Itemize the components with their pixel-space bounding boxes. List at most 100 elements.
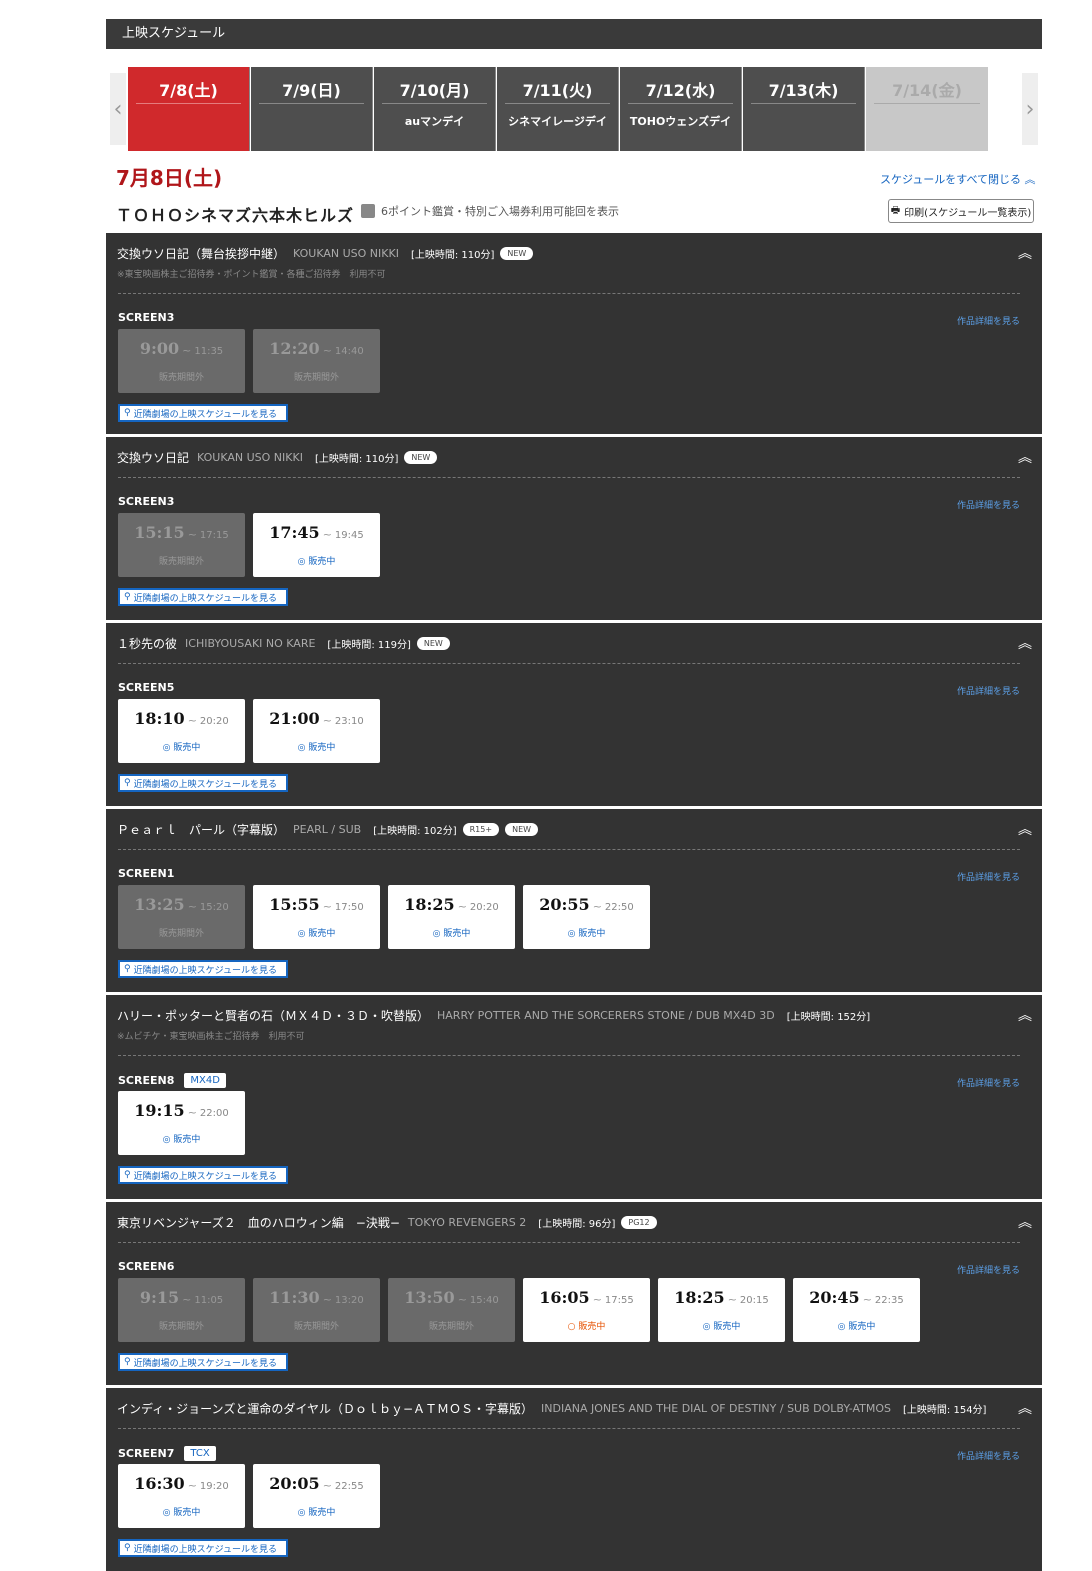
showtime-card[interactable]: 16:05 ~17:55 ○ 販売中 (523, 1278, 650, 1342)
screen-row: SCREEN8 MX4D (118, 1073, 226, 1088)
showtime-card[interactable]: 18:10 ~20:20 ◎ 販売中 (118, 699, 245, 763)
showtime-status-label: 販売期間外 (293, 1322, 339, 1332)
legend-label: 6ポイント鑑賞・特別ご入場券利用可能回を表示 (381, 205, 619, 218)
movie-detail-link[interactable]: 作品詳細を見る (957, 498, 1020, 511)
movie-detail-link[interactable]: 作品詳細を見る (957, 870, 1020, 883)
showtime-card[interactable]: 18:25 ~20:20 ◎ 販売中 (388, 885, 515, 949)
time-separator: ~ (592, 1293, 602, 1306)
showtime-card[interactable]: 19:15 ~22:00 ◎ 販売中 (118, 1091, 245, 1155)
showtime-time: 20:05 ~22:55 (253, 1474, 380, 1493)
movie-detail-link[interactable]: 作品詳細を見る (957, 1263, 1020, 1276)
date-tab-date: 7/13(木) (768, 81, 839, 100)
collapse-all-link[interactable]: スケジュールをすべて閉じる ︽ (880, 171, 1036, 187)
showtime-card[interactable]: 20:55 ~22:50 ◎ 販売中 (523, 885, 650, 949)
search-icon: ⚲ (124, 964, 131, 974)
showtime-start: 13:50 (404, 1288, 455, 1307)
date-tab[interactable]: 7/11(火) シネマイレージデイ (497, 67, 619, 151)
showtime-end: 19:45 (334, 530, 364, 541)
collapse-icon[interactable]: ︽ (1018, 447, 1032, 467)
date-tab-date: 7/11(火) (522, 81, 593, 100)
movie-block: インディ・ジョーンズと運命のダイヤル（Ｄｏｌｂｙ−ＡＴＭＯＳ・字幕版） INDIA… (106, 1388, 1042, 1571)
movie-duration: [上映時間: 110分] (314, 454, 399, 465)
screen-row: SCREEN1 (118, 867, 174, 880)
movie-title-row: １秒先の彼 ICHIBYOUSAKI NO KARE [上映時間: 119分] NEW (117, 635, 450, 652)
date-tab[interactable]: 7/8(土) (128, 67, 250, 151)
showtime-status: ○ 販売中 (523, 1319, 650, 1332)
showtime-start: 19:15 (134, 1101, 185, 1120)
screen-name: SCREEN5 (118, 681, 175, 694)
collapse-icon[interactable]: ︽ (1018, 243, 1032, 263)
section-divider (118, 849, 1020, 850)
showtime-status-label: 販売中 (578, 929, 606, 939)
next-week-icon[interactable]: › (1022, 73, 1038, 145)
nearby-schedule-link[interactable]: ⚲ 近隣劇場の上映スケジュールを見る (118, 1166, 288, 1184)
showtime-start: 9:15 (139, 1288, 180, 1307)
showtime-card[interactable]: 17:45 ~19:45 ◎ 販売中 (253, 513, 380, 577)
showtime-status: ◎ 販売中 (118, 1132, 245, 1145)
movie-detail-link[interactable]: 作品詳細を見る (957, 1449, 1020, 1462)
showtime-start: 20:45 (809, 1288, 860, 1307)
showtime-end: 15:20 (199, 902, 229, 913)
showtime-status: 販売期間外 (118, 554, 245, 567)
movie-block: １秒先の彼 ICHIBYOUSAKI NO KARE [上映時間: 119分] NEW… (106, 623, 1042, 806)
date-tab[interactable]: 7/13(木) (743, 67, 865, 151)
nearby-schedule-link[interactable]: ⚲ 近隣劇場の上映スケジュールを見る (118, 774, 288, 792)
search-icon: ⚲ (124, 1543, 131, 1553)
showtime-start: 16:05 (539, 1288, 590, 1307)
showtime-card: 9:00 ~11:35 販売期間外 (118, 329, 245, 393)
nearby-schedule-link[interactable]: ⚲ 近隣劇場の上映スケジュールを見る (118, 1539, 288, 1557)
movie-title-row: ハリー・ポッターと賢者の石（ＭＸ４Ｄ・３Ｄ・吹替版） HARRY POTTER A… (117, 1007, 870, 1024)
screen-row: SCREEN6 (118, 1260, 174, 1273)
collapse-icon[interactable]: ︽ (1018, 1398, 1032, 1418)
movie-detail-link[interactable]: 作品詳細を見る (957, 314, 1020, 327)
showtime-status-label: 販売中 (713, 1322, 741, 1332)
showtime-start: 21:00 (269, 709, 320, 728)
collapse-icon[interactable]: ︽ (1018, 819, 1032, 839)
date-tab[interactable]: 7/12(水) TOHOウェンズデイ (620, 67, 742, 151)
prev-week-icon[interactable]: ‹ (110, 73, 126, 145)
print-button[interactable]: 🖶 印刷(スケジュール一覧表示) (888, 199, 1034, 223)
showtime-card[interactable]: 20:05 ~22:55 ◎ 販売中 (253, 1464, 380, 1528)
showtime-list: 18:10 ~20:20 ◎ 販売中 21:00 ~23:10 ◎ 販売中 (118, 699, 388, 763)
available-icon: ◎ (297, 557, 306, 567)
nearby-schedule-link[interactable]: ⚲ 近隣劇場の上映スケジュールを見る (118, 404, 288, 422)
showtime-status-label: 販売期間外 (293, 373, 339, 383)
showtime-status: 販売期間外 (253, 370, 380, 383)
movie-detail-link[interactable]: 作品詳細を見る (957, 1076, 1020, 1089)
movie-title-en: ICHIBYOUSAKI NO KARE (185, 637, 316, 650)
date-tab[interactable]: 7/9(日) (251, 67, 373, 151)
showtime-status: ◎ 販売中 (118, 740, 245, 753)
collapse-icon[interactable]: ︽ (1018, 633, 1032, 653)
nearby-schedule-link[interactable]: ⚲ 近隣劇場の上映スケジュールを見る (118, 588, 288, 606)
showtime-card[interactable]: 21:00 ~23:10 ◎ 販売中 (253, 699, 380, 763)
showtime-time: 19:15 ~22:00 (118, 1101, 245, 1120)
showtime-end: 22:00 (199, 1108, 229, 1119)
showtime-card[interactable]: 16:30 ~19:20 ◎ 販売中 (118, 1464, 245, 1528)
movie-duration: [上映時間: 110分] (410, 250, 495, 261)
movie-detail-link[interactable]: 作品詳細を見る (957, 684, 1020, 697)
movie-block: 交換ウソ日記（舞台挨拶中継） KOUKAN USO NIKKI [上映時間: 110… (106, 233, 1042, 434)
nearby-label: 近隣劇場の上映スケジュールを見る (133, 1171, 277, 1182)
nearby-label: 近隣劇場の上映スケジュールを見る (133, 1358, 277, 1369)
nearby-schedule-link[interactable]: ⚲ 近隣劇場の上映スケジュールを見る (118, 960, 288, 978)
format-badge: TCX (184, 1446, 216, 1461)
movie-title-row: 交換ウソ日記（舞台挨拶中継） KOUKAN USO NIKKI [上映時間: 110… (117, 245, 534, 262)
showtime-card[interactable]: 20:45 ~22:35 ◎ 販売中 (793, 1278, 920, 1342)
movie-title-row: インディ・ジョーンズと運命のダイヤル（Ｄｏｌｂｙ−ＡＴＭＯＳ・字幕版） INDIA… (117, 1400, 986, 1417)
movie-duration: [上映時間: 152分] (786, 1012, 871, 1023)
showtime-time: 21:00 ~23:10 (253, 709, 380, 728)
available-icon: ◎ (297, 743, 306, 753)
collapse-icon[interactable]: ︽ (1018, 1005, 1032, 1025)
movie-note: ※東宝映画株主ご招待券・ポイント鑑賞・各種ご招待券 利用不可 (117, 270, 386, 280)
nearby-label: 近隣劇場の上映スケジュールを見る (133, 779, 277, 790)
showtime-card[interactable]: 18:25 ~20:15 ◎ 販売中 (658, 1278, 785, 1342)
date-tab[interactable]: 7/10(月) auマンデイ (374, 67, 496, 151)
showtime-start: 18:25 (674, 1288, 725, 1307)
legend-checkbox[interactable] (361, 204, 375, 218)
points-legend[interactable]: 6ポイント鑑賞・特別ご入場券利用可能回を表示 (361, 203, 619, 219)
showtime-time: 12:20 ~14:40 (253, 339, 380, 358)
collapse-icon[interactable]: ︽ (1018, 1212, 1032, 1232)
movie-title-en: KOUKAN USO NIKKI (293, 247, 399, 260)
showtime-card[interactable]: 15:55 ~17:50 ◎ 販売中 (253, 885, 380, 949)
nearby-schedule-link[interactable]: ⚲ 近隣劇場の上映スケジュールを見る (118, 1353, 288, 1371)
